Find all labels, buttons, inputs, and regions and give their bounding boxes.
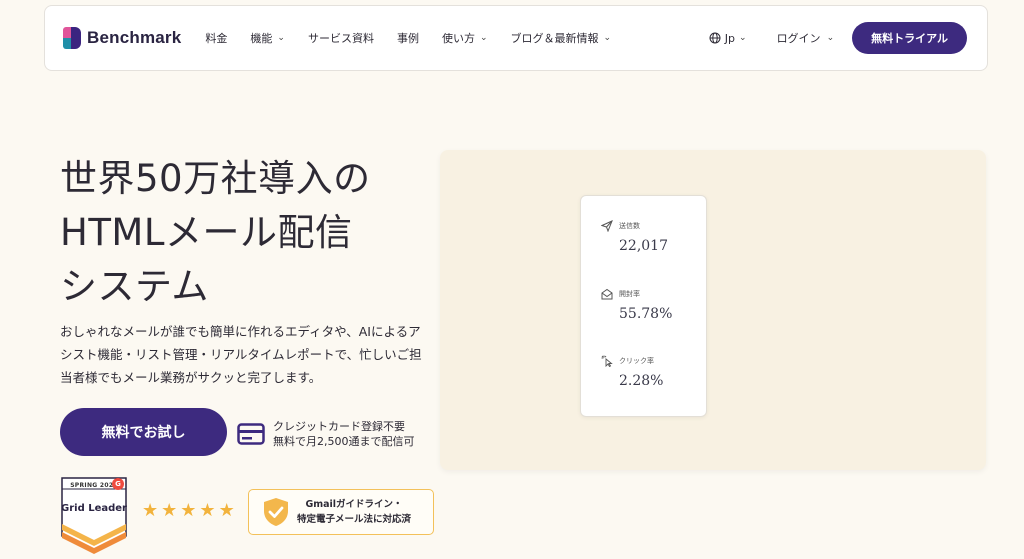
hero-title-line: システム <box>60 265 209 308</box>
login-menu[interactable]: ログイン ⌄ <box>777 30 835 46</box>
top-nav: Benchmark 料金 機能 ⌄ サービス資料 事例 使い方 ⌄ ブログ＆最新情報… <box>44 5 988 71</box>
stat-sent: 送信数 22,017 <box>601 220 668 254</box>
star-icon: ★ <box>142 500 159 521</box>
star-icon: ★ <box>218 500 235 521</box>
nav-item-label: 機能 <box>250 32 273 45</box>
nav-item-label: 使い方 <box>441 32 475 45</box>
chevron-down-icon: ⌄ <box>826 33 835 43</box>
nav-menu: 料金 機能 ⌄ サービス資料 事例 使い方 ⌄ ブログ＆最新情報 ⌄ <box>205 30 634 46</box>
click-icon <box>601 355 613 367</box>
envelope-open-icon <box>601 288 613 300</box>
gmail-compliance-badge: Gmailガイドライン・ 特定電子メール法に対応済 <box>248 489 434 535</box>
card-note-line: 無料で月2,500通まで配信可 <box>273 435 415 448</box>
nav-item-service-docs[interactable]: サービス資料 <box>308 30 374 46</box>
rating-stars: ★ ★ ★ ★ ★ <box>142 502 235 520</box>
nav-item-howto[interactable]: 使い方 ⌄ <box>442 30 488 46</box>
chevron-down-icon: ⌄ <box>479 33 488 43</box>
hero-visual-panel <box>440 150 986 470</box>
nav-right: Jp ⌄ ログイン ⌄ 無料トライアル <box>709 22 967 54</box>
nav-item-label: 料金 <box>205 32 228 45</box>
stat-value: 22,017 <box>619 238 668 254</box>
logo-mark-icon <box>63 27 81 49</box>
no-credit-card-note: クレジットカード登録不要 無料で月2,500通まで配信可 <box>237 419 415 449</box>
hero-title-line: 世界50万社導入の <box>60 157 371 200</box>
stat-value: 55.78% <box>619 306 673 322</box>
card-note-line: クレジットカード登録不要 <box>273 420 405 433</box>
hero-title: 世界50万社導入の HTMLメール配信 システム <box>60 152 440 314</box>
stat-value: 2.28% <box>619 373 664 389</box>
nav-item-label: 事例 <box>396 32 419 45</box>
nav-item-label: サービス資料 <box>307 32 374 45</box>
nav-item-cases[interactable]: 事例 <box>397 30 419 46</box>
star-icon: ★ <box>199 500 216 521</box>
nav-item-features[interactable]: 機能 ⌄ <box>250 30 285 46</box>
chevron-down-icon: ⌄ <box>739 33 747 43</box>
benchmark-logo[interactable]: Benchmark <box>63 27 181 49</box>
chevron-down-icon: ⌄ <box>277 33 285 43</box>
g2-grid-leader-badge: G SPRING 2025 Grid Leader <box>60 476 128 554</box>
stats-card: 送信数 22,017 開封率 55.78% クリック率 2.28% <box>580 195 707 417</box>
logo-text: Benchmark <box>87 28 182 47</box>
free-trial-button[interactable]: 無料トライアル <box>852 22 967 54</box>
try-free-button[interactable]: 無料でお試し <box>60 408 227 456</box>
hero-description: おしゃれなメールが誰でも簡単に作れるエディタや、AIによるアシスト機能・リスト管… <box>60 324 422 385</box>
gmail-badge-line: 特定電子メール法に対応済 <box>297 514 412 525</box>
nav-item-blog[interactable]: ブログ＆最新情報 ⌄ <box>511 30 612 46</box>
hero-title-line: HTMLメール配信 <box>60 211 353 254</box>
g2-label: Grid Leader <box>61 503 127 514</box>
stat-open-rate: 開封率 55.78% <box>601 288 672 322</box>
stat-label: 開封率 <box>619 290 640 298</box>
credit-card-icon <box>237 423 265 445</box>
globe-icon <box>709 32 721 44</box>
nav-item-pricing[interactable]: 料金 <box>205 30 227 46</box>
language-label: Jp <box>724 31 736 45</box>
chevron-down-icon: ⌄ <box>603 33 612 43</box>
language-selector[interactable]: Jp ⌄ <box>709 32 747 45</box>
stat-label: 送信数 <box>619 222 640 230</box>
star-icon: ★ <box>161 500 178 521</box>
login-label: ログイン <box>776 32 821 45</box>
send-icon <box>601 220 613 232</box>
gmail-badge-line: Gmailガイドライン・ <box>305 499 403 510</box>
stat-click-rate: クリック率 2.28% <box>601 355 663 389</box>
stat-label: クリック率 <box>619 357 654 365</box>
star-icon: ★ <box>180 500 197 521</box>
nav-item-label: ブログ＆最新情報 <box>510 32 599 45</box>
g2-logo-icon: G <box>112 478 124 490</box>
shield-check-icon <box>264 498 288 526</box>
